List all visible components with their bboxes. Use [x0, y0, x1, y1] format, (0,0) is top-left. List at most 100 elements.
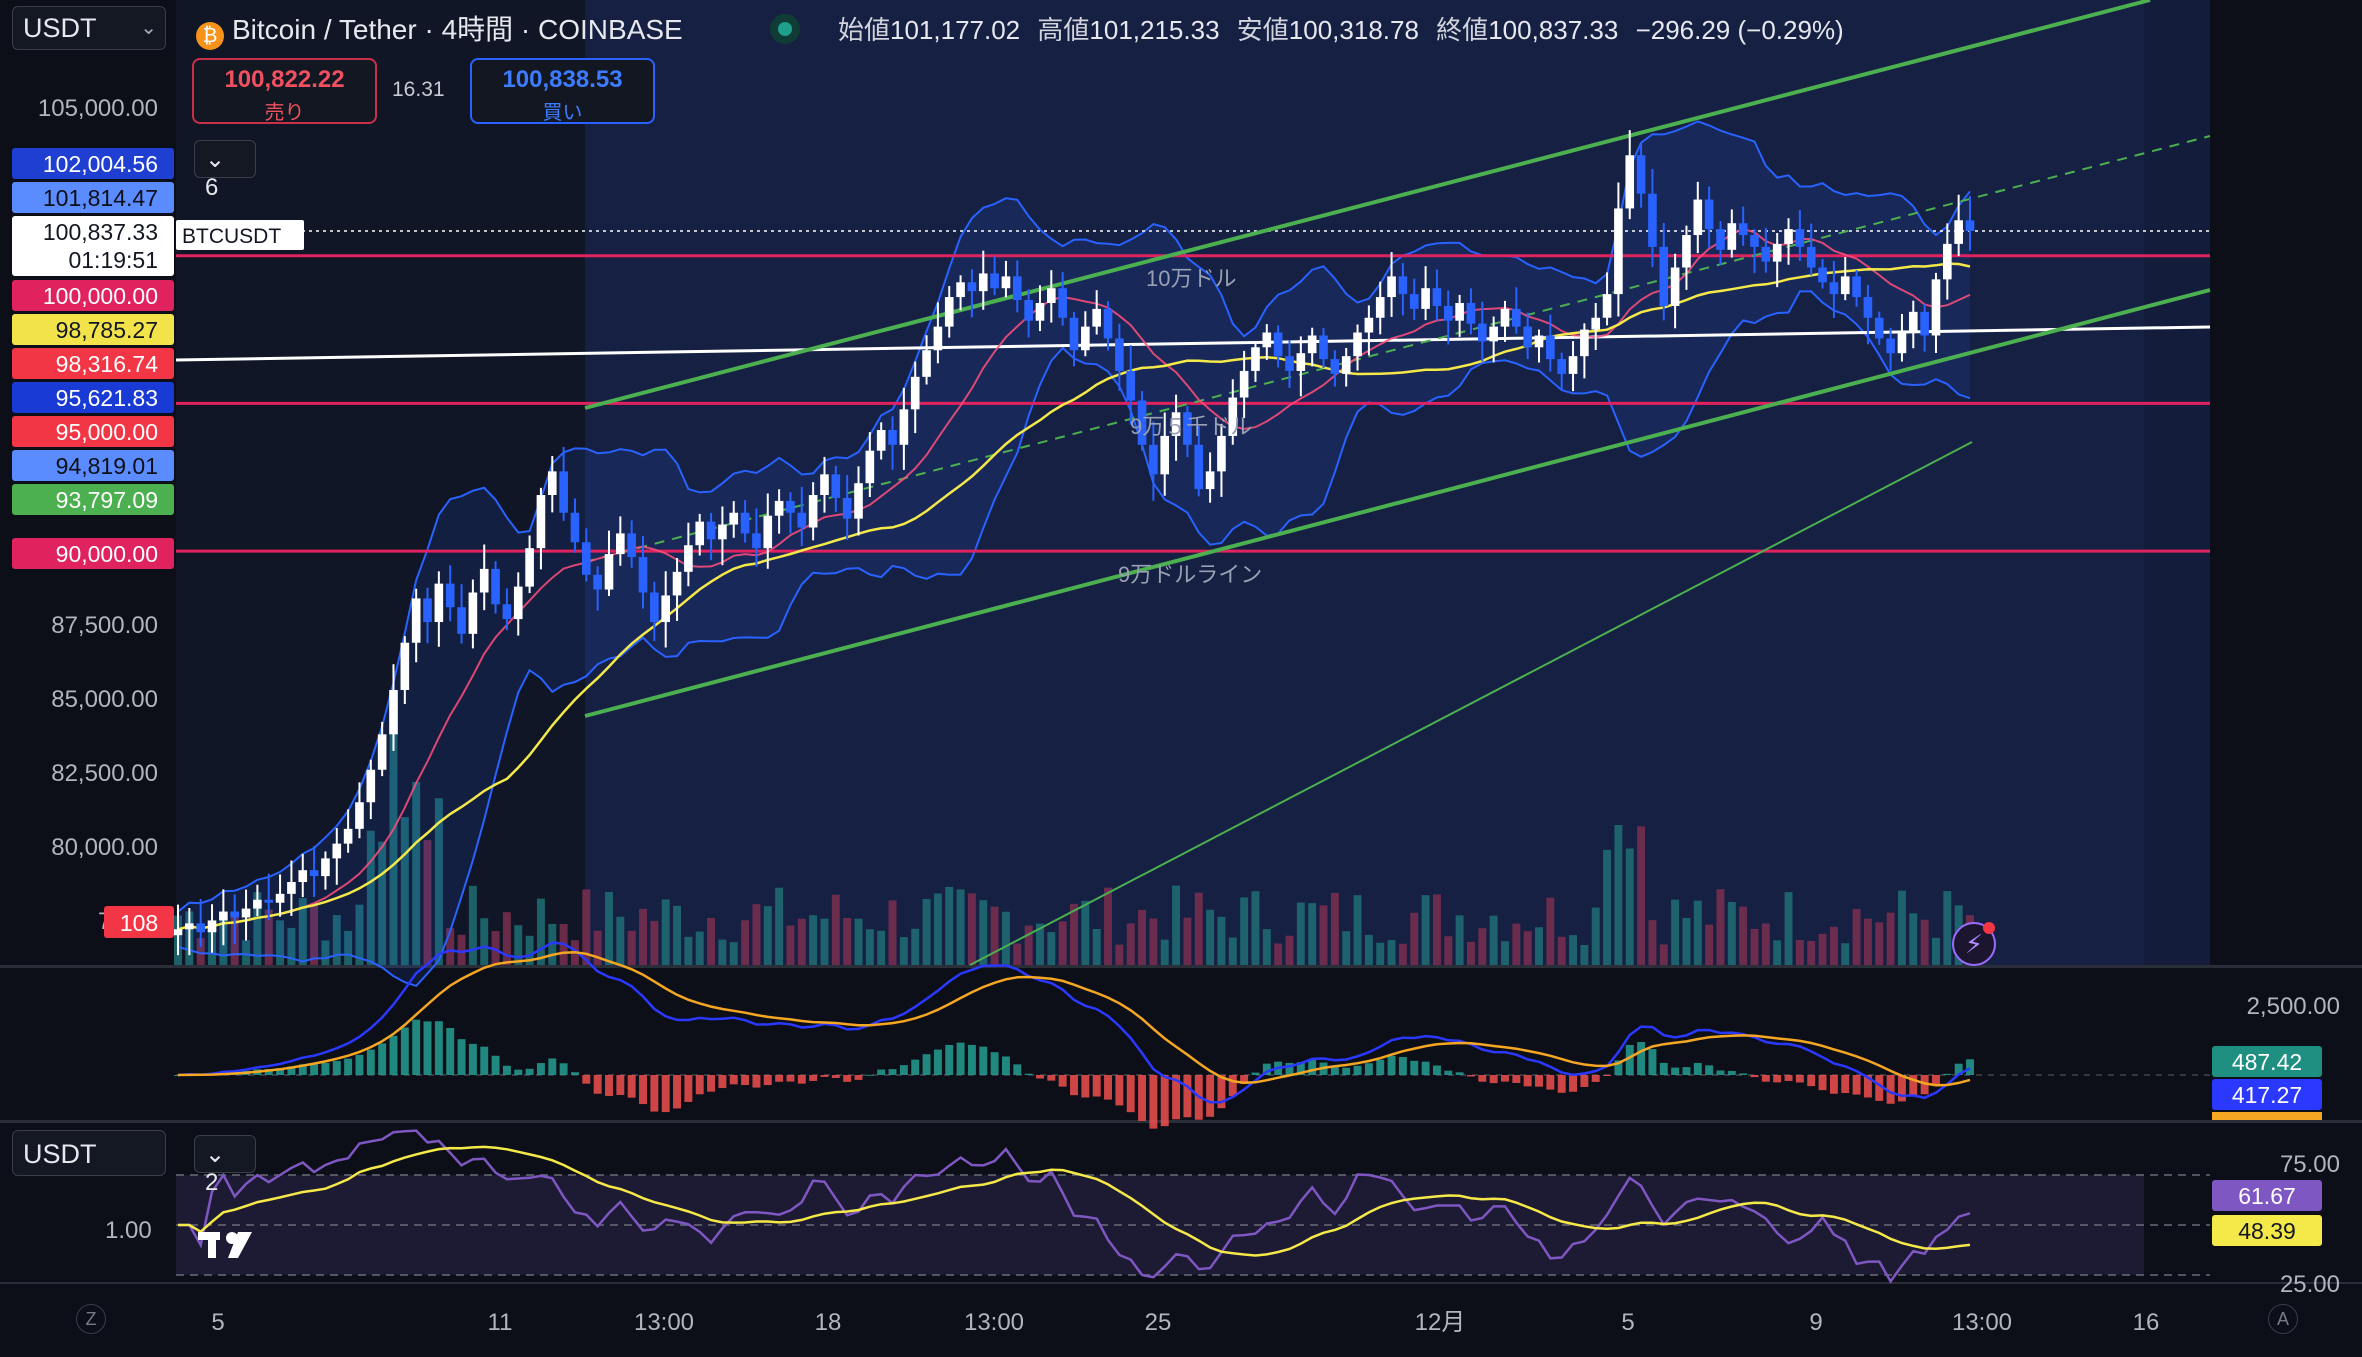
candle-body — [1115, 338, 1124, 371]
time-axis-label: 5 — [211, 1309, 224, 1336]
macd-histogram-bar — [321, 1062, 330, 1075]
symbol-select[interactable]: USDT ⌄ — [12, 6, 166, 50]
volume-bar — [1364, 934, 1373, 965]
candle-body — [1852, 276, 1861, 298]
candle-body — [1693, 199, 1703, 236]
volume-bar — [1081, 900, 1090, 965]
rsi-toggle-button[interactable]: ⌄ 2 — [194, 1135, 256, 1196]
buy-button[interactable]: 100,838.53 買い — [470, 58, 655, 124]
macd-histogram-bar — [1421, 1061, 1430, 1075]
candle-body — [1092, 308, 1101, 327]
pane-divider-1[interactable] — [0, 965, 2362, 968]
volume-bar — [1897, 890, 1906, 965]
macd-pane[interactable] — [0, 968, 2362, 1120]
countdown-timer: 01:19:51 — [68, 247, 158, 273]
volume-bar — [616, 916, 625, 965]
candle-body — [1534, 335, 1544, 348]
bitcoin-icon: ₿ — [196, 22, 224, 50]
macd-histogram-bar — [661, 1075, 670, 1113]
volume-bar — [514, 925, 523, 965]
timezone-button[interactable]: Z — [76, 1304, 106, 1334]
candle-body — [1160, 435, 1170, 475]
candle-body — [774, 500, 784, 516]
sell-button[interactable]: 100,822.22 売り — [192, 58, 377, 124]
candle-body — [1375, 297, 1385, 318]
macd-histogram-bar — [389, 1035, 398, 1075]
volume-bar — [865, 929, 874, 965]
macd-histogram-bar — [684, 1075, 693, 1102]
macd-histogram-bar — [967, 1044, 976, 1075]
candle-body — [400, 642, 410, 690]
macd-histogram-bar — [1138, 1075, 1147, 1121]
volume-bar — [1920, 919, 1929, 965]
time-axis-label: 18 — [815, 1309, 842, 1336]
macd-histogram-bar — [446, 1027, 455, 1075]
volume-bar — [1296, 902, 1305, 965]
macd-histogram-bar — [1478, 1075, 1487, 1082]
candle-body — [729, 512, 739, 525]
candle-body — [1670, 267, 1680, 306]
candle-body — [1818, 267, 1827, 283]
rsi-left-tick: 1.00 — [105, 1217, 152, 1244]
candle-body — [275, 893, 285, 903]
volume-bar — [1092, 928, 1101, 965]
close-value: 100,837.33 — [1488, 15, 1619, 45]
volume-bar — [990, 906, 999, 965]
price-tick-label: 105,000.00 — [38, 95, 158, 122]
volume-bar — [1342, 931, 1351, 965]
trading-chart[interactable]: 105,000.00 87,500.00 85,000.00 82,500.00 80,… — [0, 0, 2362, 1352]
rsi-tick-label: 75.00 — [2280, 1151, 2340, 1178]
candle-body — [831, 474, 841, 498]
time-axis-label: 16 — [2133, 1309, 2160, 1336]
volume-bar — [1013, 943, 1022, 965]
macd-histogram-bar — [559, 1063, 568, 1075]
market-status-icon[interactable] — [770, 14, 800, 44]
macd-histogram-bar — [1387, 1055, 1396, 1075]
volume-bar — [1478, 928, 1487, 965]
macd-histogram-bar — [332, 1060, 341, 1075]
candle-body — [581, 542, 591, 575]
rsi-symbol-select[interactable]: USDT — [12, 1130, 166, 1176]
macd-histogram-bar — [1829, 1075, 1838, 1094]
volume-bar — [718, 939, 727, 965]
time-axis-label: 5 — [1621, 1309, 1634, 1336]
candle-body — [1738, 223, 1748, 236]
candle-body — [1727, 223, 1737, 250]
macd-histogram-bar — [423, 1021, 432, 1075]
indicators-toggle-button[interactable]: ⌄ 6 — [194, 140, 256, 201]
volume-bar — [1773, 940, 1782, 965]
change-value: −296.29 (−0.29%) — [1635, 15, 1844, 45]
macd-histogram-bar — [809, 1075, 818, 1081]
candle-body — [1398, 276, 1408, 295]
annotation-100k[interactable]: 10万ドル — [1146, 266, 1236, 291]
macd-histogram-bar — [820, 1075, 829, 1077]
macd-histogram-bar — [1557, 1075, 1566, 1093]
chart-title[interactable]: ₿ Bitcoin / Tether · 4時間 · COINBASE — [196, 8, 683, 50]
price-badge: 93,797.09 — [56, 487, 158, 513]
candle-body — [854, 483, 863, 519]
candle-body — [899, 409, 909, 445]
candle-body — [638, 557, 648, 593]
annotation-90k[interactable]: 9万ドルライン — [1118, 562, 1262, 587]
candle-body — [366, 769, 376, 803]
low-value: 100,318.78 — [1288, 15, 1419, 45]
volume-bar — [741, 920, 750, 965]
volume-bar — [1523, 931, 1532, 965]
macd-histogram-bar — [979, 1046, 988, 1075]
volume-bar — [1330, 892, 1339, 965]
candle-body — [355, 802, 364, 829]
volume-bar — [1716, 889, 1725, 965]
annotation-95k[interactable]: 9万５千ドル — [1130, 414, 1252, 439]
pane-divider-2[interactable] — [0, 1120, 2362, 1123]
volume-bar — [967, 893, 976, 965]
price-badge: 102,004.56 — [43, 151, 158, 177]
price-tick-label: 85,000.00 — [51, 686, 158, 713]
candle-body — [423, 598, 432, 623]
volume-bar — [673, 905, 682, 965]
volume-bar — [1126, 923, 1135, 965]
volume-bar — [1693, 900, 1702, 965]
candle-body — [888, 430, 897, 445]
macd-histogram-bar — [786, 1075, 795, 1082]
candle-body — [763, 515, 773, 549]
auto-scale-button[interactable]: A — [2268, 1304, 2298, 1334]
